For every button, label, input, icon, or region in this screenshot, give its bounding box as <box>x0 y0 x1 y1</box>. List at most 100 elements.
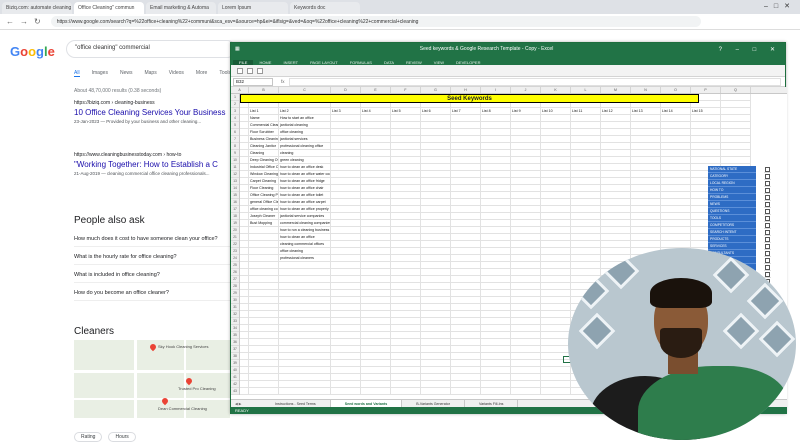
cell[interactable] <box>721 143 751 150</box>
cell[interactable] <box>331 318 361 325</box>
cell[interactable]: List 8 <box>481 108 511 115</box>
cell[interactable] <box>691 136 721 143</box>
cell[interactable] <box>511 269 541 276</box>
cell[interactable]: Cleaning <box>249 150 279 157</box>
cell[interactable] <box>421 262 451 269</box>
cell[interactable] <box>511 150 541 157</box>
cell[interactable] <box>481 353 511 360</box>
cell[interactable] <box>661 192 691 199</box>
cell[interactable]: List 11 <box>571 108 601 115</box>
cell[interactable] <box>331 192 361 199</box>
category-checkbox[interactable] <box>764 180 771 187</box>
cell[interactable] <box>240 178 249 185</box>
cell[interactable] <box>240 122 249 129</box>
row-header[interactable]: 21 <box>231 234 239 241</box>
cell[interactable] <box>391 318 421 325</box>
cell[interactable] <box>481 220 511 227</box>
cell[interactable] <box>541 227 571 234</box>
name-box[interactable]: B32 <box>233 77 273 86</box>
cell[interactable] <box>511 297 541 304</box>
cell[interactable] <box>481 381 511 388</box>
cell[interactable] <box>279 325 331 332</box>
column-header[interactable]: N <box>631 87 661 93</box>
cell[interactable] <box>511 241 541 248</box>
cell[interactable] <box>451 143 481 150</box>
cell[interactable] <box>541 381 571 388</box>
url-field[interactable]: https://www.google.com/search?q=%22offic… <box>50 16 701 27</box>
row-header[interactable]: 26 <box>231 269 239 276</box>
category-checkbox[interactable] <box>764 173 771 180</box>
cell[interactable] <box>481 206 511 213</box>
cell[interactable] <box>631 220 661 227</box>
search-input[interactable]: "office cleaning" commercial <box>66 40 236 58</box>
cell[interactable] <box>511 220 541 227</box>
cell[interactable]: List 2 <box>279 108 331 115</box>
cell[interactable] <box>421 178 451 185</box>
row-header[interactable]: 25 <box>231 262 239 269</box>
column-header[interactable]: K <box>541 87 571 93</box>
cell[interactable] <box>481 290 511 297</box>
cell[interactable] <box>631 234 661 241</box>
paa-question[interactable]: How do you become an office cleaner? <box>74 290 232 301</box>
cell[interactable]: Floor Cleaning <box>249 185 279 192</box>
cell[interactable] <box>481 241 511 248</box>
cell[interactable] <box>421 374 451 381</box>
row-header[interactable]: 7 <box>231 136 239 143</box>
cell[interactable] <box>451 227 481 234</box>
cell[interactable] <box>451 325 481 332</box>
ribbon-tab-formulas[interactable]: FORMULAS <box>344 60 378 65</box>
cell[interactable] <box>571 185 601 192</box>
cell[interactable] <box>249 290 279 297</box>
cell[interactable] <box>421 248 451 255</box>
cell[interactable] <box>571 171 601 178</box>
cell[interactable] <box>451 206 481 213</box>
cell[interactable] <box>240 248 249 255</box>
cell[interactable] <box>331 206 361 213</box>
cell[interactable] <box>240 360 249 367</box>
cell[interactable] <box>481 136 511 143</box>
cell[interactable]: List 15 <box>691 108 721 115</box>
row-header[interactable]: 23 <box>231 248 239 255</box>
cell[interactable] <box>541 157 571 164</box>
cell[interactable] <box>511 360 541 367</box>
cell[interactable] <box>249 374 279 381</box>
cell[interactable] <box>541 374 571 381</box>
cell[interactable] <box>240 164 249 171</box>
cell[interactable] <box>421 192 451 199</box>
ribbon-tab-view[interactable]: VIEW <box>428 60 450 65</box>
cell[interactable] <box>361 318 391 325</box>
map-pin-icon[interactable] <box>184 376 194 386</box>
category-checkbox[interactable] <box>764 194 771 201</box>
cell[interactable] <box>331 262 361 269</box>
cell[interactable] <box>391 143 421 150</box>
cell[interactable] <box>481 318 511 325</box>
cell[interactable] <box>661 129 691 136</box>
cell[interactable] <box>331 269 361 276</box>
cell[interactable]: how to clean an office carpet <box>279 199 331 206</box>
cell[interactable] <box>279 339 331 346</box>
cell[interactable] <box>240 227 249 234</box>
cell[interactable] <box>451 234 481 241</box>
cell[interactable] <box>279 311 331 318</box>
cell[interactable] <box>601 171 631 178</box>
row-header[interactable]: 10 <box>231 157 239 164</box>
cell[interactable] <box>361 192 391 199</box>
cell[interactable] <box>631 206 661 213</box>
cell[interactable] <box>451 360 481 367</box>
ribbon-tab-review[interactable]: REVIEW <box>400 60 428 65</box>
row-header[interactable]: 5 <box>231 122 239 129</box>
cell[interactable] <box>240 318 249 325</box>
row-header[interactable]: 27 <box>231 276 239 283</box>
cell[interactable] <box>511 325 541 332</box>
cell[interactable] <box>481 276 511 283</box>
cell[interactable] <box>691 143 721 150</box>
cell[interactable] <box>240 234 249 241</box>
category-checkbox[interactable] <box>764 236 771 243</box>
cell[interactable] <box>541 185 571 192</box>
cell[interactable] <box>721 157 751 164</box>
row-header[interactable]: 43 <box>231 388 239 395</box>
column-header[interactable]: D <box>331 87 361 93</box>
cell[interactable] <box>240 143 249 150</box>
cell[interactable] <box>361 185 391 192</box>
cell[interactable] <box>661 185 691 192</box>
